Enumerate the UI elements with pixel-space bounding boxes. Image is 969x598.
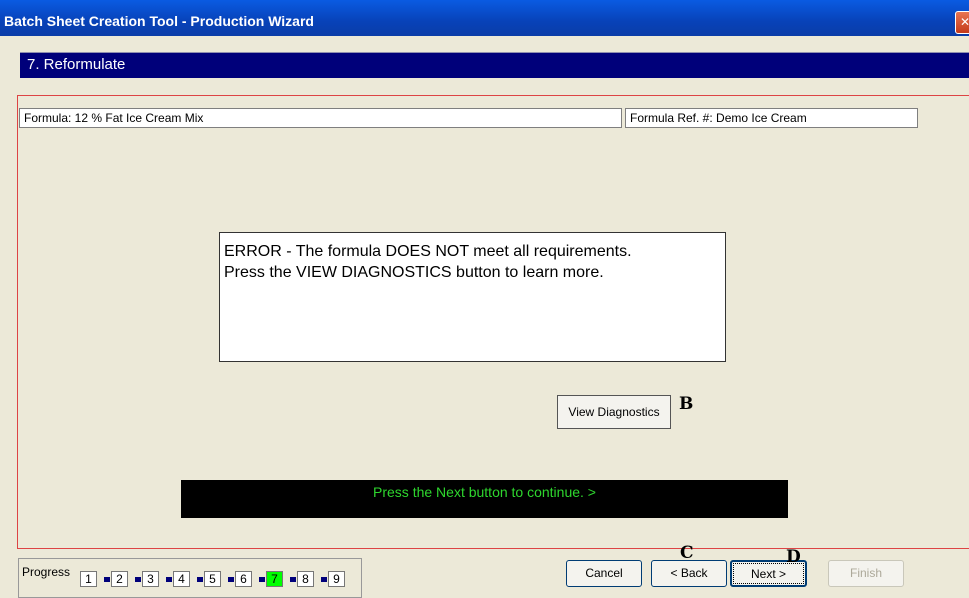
next-instruction-message: Press the Next button to continue. > (181, 480, 788, 518)
cancel-button[interactable]: Cancel (566, 560, 642, 587)
finish-button: Finish (828, 560, 904, 587)
view-diagnostics-button[interactable]: View Diagnostics (557, 395, 671, 429)
annotation-d: D (786, 547, 801, 567)
title-bar: Batch Sheet Creation Tool - Production W… (0, 0, 969, 36)
progress-step-8: 8 (297, 571, 314, 587)
progress-step-5: 5 (204, 571, 221, 587)
progress-connector (135, 577, 141, 582)
error-line-1: ERROR - The formula DOES NOT meet all re… (224, 243, 632, 260)
progress-connector (166, 577, 172, 582)
close-icon[interactable]: ✕ (955, 11, 969, 34)
progress-step-9: 9 (328, 571, 345, 587)
progress-connector (290, 577, 296, 582)
progress-connector (259, 577, 265, 582)
progress-step-1: 1 (80, 571, 97, 587)
progress-step-6: 6 (235, 571, 252, 587)
annotation-b: B (679, 394, 694, 414)
error-line-2: Press the VIEW DIAGNOSTICS button to lea… (224, 264, 604, 281)
formula-name-field: Formula: 12 % Fat Ice Cream Mix (19, 108, 622, 128)
error-message-box: ERROR - The formula DOES NOT meet all re… (219, 232, 726, 362)
formula-ref-field: Formula Ref. #: Demo Ice Cream (625, 108, 918, 128)
progress-connector (321, 577, 327, 582)
progress-step-7: 7 (266, 571, 283, 587)
progress-step-2: 2 (111, 571, 128, 587)
progress-step-3: 3 (142, 571, 159, 587)
step-title: 7. Reformulate (27, 56, 126, 73)
progress-label: Progress (22, 565, 71, 579)
progress-connector (197, 577, 203, 582)
annotation-c: C (680, 543, 694, 563)
step-header: 7. Reformulate (20, 52, 969, 78)
progress-connector (228, 577, 234, 582)
progress-indicator: Progress 123456789 (18, 558, 362, 598)
progress-connector (104, 577, 110, 582)
progress-step-4: 4 (173, 571, 190, 587)
window-title: Batch Sheet Creation Tool - Production W… (4, 13, 314, 29)
back-button[interactable]: < Back (651, 560, 727, 587)
